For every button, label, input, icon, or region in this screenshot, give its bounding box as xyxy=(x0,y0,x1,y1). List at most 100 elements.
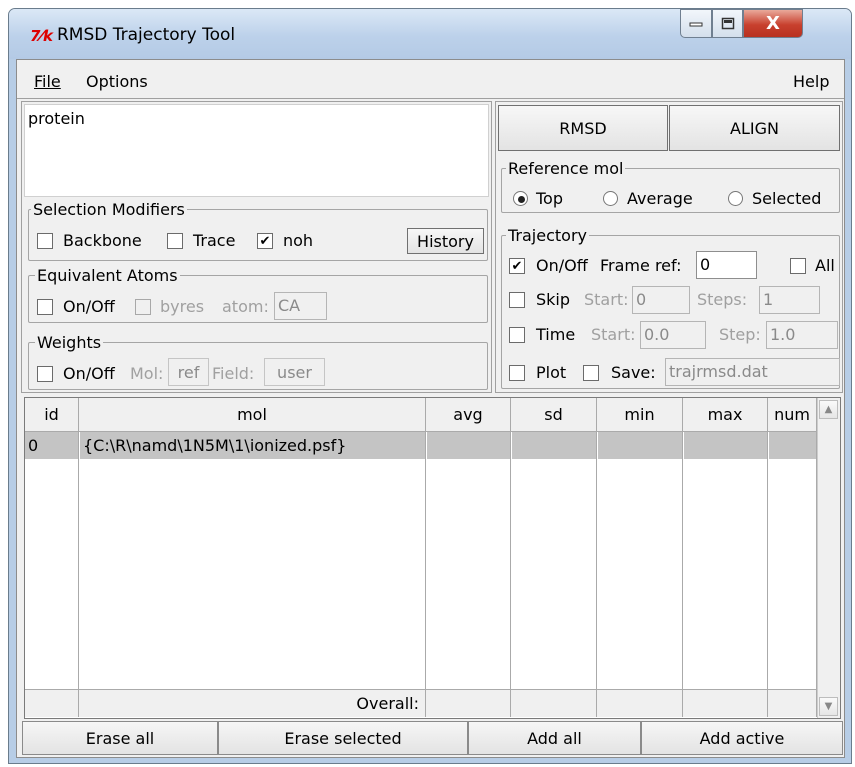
equivalent-atoms-title: Equivalent Atoms xyxy=(35,266,180,285)
menu-file[interactable]: File xyxy=(34,72,61,91)
column-id xyxy=(25,432,79,689)
add-all-button[interactable]: Add all xyxy=(468,721,641,755)
save-file-field[interactable]: trajrmsd.dat xyxy=(665,358,840,386)
skip-steps-label: Steps: xyxy=(697,290,748,309)
frame-ref-label: Frame ref: xyxy=(600,256,682,275)
table-cell-max[interactable] xyxy=(684,432,767,459)
menu-help[interactable]: Help xyxy=(793,72,829,91)
column-mol xyxy=(79,432,426,689)
skip-steps-field[interactable]: 1 xyxy=(759,286,820,314)
field-user-button[interactable]: user xyxy=(264,358,325,386)
overall-cell-num xyxy=(768,689,817,717)
radio-top[interactable] xyxy=(513,191,528,206)
table-cell-avg[interactable] xyxy=(427,432,510,459)
close-icon: X xyxy=(766,13,780,34)
save-checkbox[interactable] xyxy=(583,365,599,381)
menu-options[interactable]: Options xyxy=(86,72,148,91)
rmsd-button[interactable]: RMSD xyxy=(498,105,668,151)
reference-mol-title: Reference mol xyxy=(506,159,626,178)
header-num[interactable]: num xyxy=(768,398,817,432)
triangle-down-icon: ▼ xyxy=(824,701,833,712)
radio-selected-label: Selected xyxy=(752,189,822,208)
time-label: Time xyxy=(536,325,576,344)
tk-feather-icon: 7⁄k xyxy=(30,27,53,45)
column-max xyxy=(683,432,768,689)
add-active-button[interactable]: Add active xyxy=(641,721,843,755)
table-cell-min[interactable] xyxy=(598,432,682,459)
minimize-icon xyxy=(689,22,703,26)
erase-selected-button[interactable]: Erase selected xyxy=(218,721,468,755)
time-step-field[interactable]: 1.0 xyxy=(766,321,838,349)
column-min xyxy=(597,432,683,689)
column-num xyxy=(768,432,817,689)
selection-modifiers-title: Selection Modifiers xyxy=(31,200,187,219)
history-button[interactable]: History xyxy=(407,228,484,254)
trace-label: Trace xyxy=(193,231,236,250)
table-cell-num[interactable] xyxy=(769,432,816,459)
triangle-up-icon: ▲ xyxy=(824,404,833,415)
byres-checkbox[interactable] xyxy=(135,299,151,315)
atom-field[interactable]: CA xyxy=(274,292,327,320)
header-max[interactable]: max xyxy=(683,398,768,432)
equiv-onoff-label: On/Off xyxy=(63,297,115,316)
time-checkbox[interactable] xyxy=(509,327,525,343)
traj-onoff-label: On/Off xyxy=(536,256,588,275)
scroll-down-button[interactable]: ▼ xyxy=(819,697,838,716)
trajectory-title: Trajectory xyxy=(506,226,589,245)
header-avg[interactable]: avg xyxy=(426,398,511,432)
table-cell-sd[interactable] xyxy=(512,432,596,459)
byres-label: byres xyxy=(160,297,205,316)
save-label: Save: xyxy=(611,363,656,382)
header-min[interactable]: min xyxy=(597,398,683,432)
table-cell-id[interactable]: 0 xyxy=(25,432,78,459)
noh-checkbox[interactable]: ✔ xyxy=(257,233,273,249)
header-id[interactable]: id xyxy=(25,398,79,432)
backbone-checkbox[interactable] xyxy=(37,233,53,249)
radio-average-label: Average xyxy=(627,189,693,208)
header-sd[interactable]: sd xyxy=(511,398,597,432)
align-button[interactable]: ALIGN xyxy=(669,105,840,151)
maximize-button[interactable] xyxy=(712,9,743,38)
window-title: RMSD Trajectory Tool xyxy=(57,25,236,45)
plot-checkbox[interactable] xyxy=(509,365,525,381)
scroll-up-button[interactable]: ▲ xyxy=(819,400,838,419)
field-label: Field: xyxy=(212,364,255,383)
column-sd xyxy=(511,432,597,689)
backbone-label: Backbone xyxy=(63,231,142,250)
plot-label: Plot xyxy=(536,363,567,382)
header-mol[interactable]: mol xyxy=(79,398,426,432)
erase-all-button[interactable]: Erase all xyxy=(22,721,218,755)
radio-selected[interactable] xyxy=(728,191,743,206)
vertical-scrollbar[interactable] xyxy=(817,398,840,718)
overall-cell-id xyxy=(25,689,79,717)
traj-onoff-checkbox[interactable]: ✔ xyxy=(509,258,525,274)
weights-title: Weights xyxy=(35,333,104,352)
weights-onoff-checkbox[interactable] xyxy=(37,366,53,382)
frame-ref-input[interactable]: 0 xyxy=(696,251,757,279)
table-cell-mol[interactable]: {C:\R\namd\1N5M\1\ionized.psf} xyxy=(80,432,425,459)
minimize-button[interactable] xyxy=(680,9,712,38)
overall-cell-min xyxy=(597,689,683,717)
skip-label: Skip xyxy=(536,290,571,309)
time-step-label: Step: xyxy=(719,325,761,344)
overall-cell-avg xyxy=(426,689,511,717)
checkmark-icon: ✔ xyxy=(259,233,271,249)
all-label: All xyxy=(815,256,835,275)
weights-onoff-label: On/Off xyxy=(63,364,115,383)
overall-label: Overall: xyxy=(79,689,426,717)
checkmark-icon: ✔ xyxy=(511,258,523,274)
skip-start-field[interactable]: 0 xyxy=(632,286,690,314)
radio-average[interactable] xyxy=(603,191,618,206)
time-start-label: Start: xyxy=(591,325,636,344)
mol-ref-button[interactable]: ref xyxy=(168,358,209,386)
equiv-onoff-checkbox[interactable] xyxy=(37,299,53,315)
maximize-icon xyxy=(721,17,734,30)
radio-top-label: Top xyxy=(536,189,563,208)
overall-cell-max xyxy=(683,689,768,717)
selection-textbox[interactable]: protein xyxy=(24,104,489,197)
all-checkbox[interactable] xyxy=(790,258,806,274)
skip-checkbox[interactable] xyxy=(509,292,525,308)
trace-checkbox[interactable] xyxy=(167,233,183,249)
close-button[interactable]: X xyxy=(743,9,803,38)
time-start-field[interactable]: 0.0 xyxy=(640,321,706,349)
